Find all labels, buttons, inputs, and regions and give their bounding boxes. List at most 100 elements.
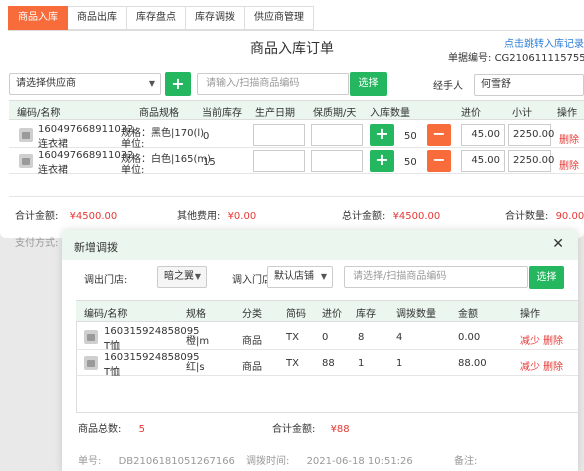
jump-to-records-link[interactable]: 点击跳转入库记录	[504, 35, 584, 50]
col-spec: 规格	[186, 309, 206, 320]
total-count: 商品总数: 5	[78, 420, 145, 435]
transfer-total-amount: 合计金额: ¥88	[272, 420, 350, 435]
price-input[interactable]: 45.00	[461, 124, 505, 146]
tab-inventory-check[interactable]: 库存盘点	[127, 6, 186, 30]
out-store-label: 调出门店:	[84, 275, 128, 286]
transfer-scan-input[interactable]: 请选择/扫描商品编码	[344, 266, 528, 288]
product-image-icon	[19, 128, 33, 142]
chevron-down-icon: ▼	[320, 272, 327, 281]
delete-row-link[interactable]: 删除	[543, 358, 563, 373]
page: 商品入库 商品出库 库存盘点 库存调拨 供应商管理 商品入库订单 点击跳转入库记…	[0, 0, 584, 471]
total-quantity: 合计数量: 90.00	[505, 207, 584, 222]
col-actions: 操作	[520, 309, 540, 320]
table-row: 160315924858095 T恤 红|s 商品 TX 88 1 1 88.0…	[76, 350, 578, 378]
product-short-code: TX	[286, 332, 299, 343]
close-icon[interactable]: ✕	[552, 236, 564, 252]
purchase-order-panel: 商品入库 商品出库 库存盘点 库存调拨 供应商管理 商品入库订单 点击跳转入库记…	[0, 0, 584, 249]
product-spec: 红|s	[186, 362, 205, 373]
current-stock: 0	[203, 131, 210, 142]
col-subtotal: 小计	[512, 108, 532, 119]
increase-qty-button[interactable]: +	[370, 124, 394, 146]
col-stock: 库存	[356, 309, 376, 320]
subtotal-field: 2250.00	[508, 150, 554, 172]
add-supplier-button[interactable]: +	[165, 72, 191, 96]
col-production-date: 生产日期	[255, 108, 295, 119]
in-store-value: 默认店铺	[274, 271, 314, 282]
transfer-time-value: 2021-06-18 10:51:26	[306, 456, 413, 467]
transfer-time: 调拨时间: 2021-06-18 10:51:26	[246, 452, 413, 467]
modal-header: 新增调拨 ✕	[62, 230, 578, 260]
col-code-name: 编码/名称	[84, 309, 128, 320]
in-store-select[interactable]: 默认店铺 ▼	[267, 266, 333, 288]
stock-in-qty[interactable]: 50	[404, 157, 417, 168]
product-name: T恤	[104, 367, 121, 378]
increase-qty-button[interactable]: +	[370, 150, 394, 172]
delete-row-link[interactable]: 删除	[559, 157, 579, 172]
delete-row-link[interactable]: 删除	[559, 131, 579, 146]
total-quantity-value: 90.00	[555, 211, 584, 222]
shelf-life-input[interactable]	[311, 124, 363, 146]
handler-select[interactable]: 何雪舒	[474, 74, 584, 96]
remark-label: 备注:	[454, 456, 478, 467]
product-name: 连衣裙	[38, 165, 68, 176]
transfer-select-button[interactable]: 选择	[529, 266, 564, 289]
table-row: 160497668911032 连衣裙 规格：白色|165(m) 单位: 15 …	[9, 148, 584, 176]
order-number-label: 单据编号:	[448, 53, 492, 64]
product-price: 88	[322, 358, 335, 369]
other-fees-label: 其他费用:	[177, 211, 221, 222]
transfer-qty[interactable]: 1	[396, 358, 402, 369]
product-stock: 1	[358, 358, 365, 369]
col-category: 分类	[242, 309, 262, 320]
supplier-select[interactable]: 请选择供应商 ▼	[9, 73, 161, 95]
product-price: 0	[322, 332, 329, 343]
decrease-qty-button[interactable]: −	[427, 150, 451, 172]
product-code: 160497668911032	[38, 150, 134, 161]
grand-total: 总计金额: ¥4500.00	[342, 207, 440, 222]
tab-supplier-management[interactable]: 供应商管理	[245, 6, 314, 30]
col-qty: 入库数量	[370, 108, 410, 119]
tab-stock-transfer[interactable]: 库存调拨	[186, 6, 245, 30]
product-scan-input[interactable]: 请输入/扫描商品编码	[197, 73, 349, 95]
col-amount: 金额	[458, 309, 478, 320]
product-stock: 8	[358, 332, 365, 343]
product-image-icon	[84, 330, 98, 344]
product-code: 160497668911032	[38, 124, 134, 135]
production-date-input[interactable]	[253, 124, 305, 146]
delete-row-link[interactable]: 删除	[543, 332, 563, 347]
col-short-code: 简码	[286, 309, 306, 320]
transfer-amount: 88.00	[458, 358, 487, 369]
transfer-table-header: 编码/名称 规格 分类 简码 进价 库存 调拨数量 金额 操作	[76, 300, 578, 322]
chevron-down-icon: ▼	[148, 79, 155, 88]
col-spec: 商品规格	[139, 108, 179, 119]
decrease-qty-button[interactable]: −	[427, 124, 451, 146]
product-image-icon	[19, 154, 33, 168]
col-actions: 操作	[557, 108, 577, 119]
tab-divider	[8, 30, 584, 31]
supplier-select-value: 请选择供应商	[16, 78, 76, 89]
col-shelf-life: 保质期/天	[313, 108, 357, 119]
col-stock: 当前库存	[202, 108, 242, 119]
payment-method-label: 支付方式:	[15, 238, 59, 249]
tab-stock-in[interactable]: 商品入库	[8, 6, 68, 30]
other-fees: 其他费用: ¥0.00	[177, 207, 256, 222]
table-row: 160315924858095 T恤 橙|m 商品 TX 0 8 4 0.00 …	[76, 324, 578, 352]
product-short-code: TX	[286, 358, 299, 369]
out-store-select[interactable]: 暗之翼 ▼	[157, 266, 207, 288]
decrease-link[interactable]: 减少	[520, 358, 540, 373]
select-product-button[interactable]: 选择	[350, 72, 387, 96]
decrease-link[interactable]: 减少	[520, 332, 540, 347]
shelf-life-input[interactable]	[311, 150, 363, 172]
production-date-input[interactable]	[253, 150, 305, 172]
transfer-qty[interactable]: 4	[396, 332, 402, 343]
out-store-value: 暗之翼	[164, 271, 194, 282]
transfer-total-value: ¥88	[330, 424, 350, 435]
product-category: 商品	[242, 336, 262, 347]
col-code-name: 编码/名称	[17, 108, 61, 119]
subtotal-field: 2250.00	[508, 124, 554, 146]
doc-number: 单号: DB2106181051267166	[78, 452, 235, 467]
tab-stock-out[interactable]: 商品出库	[68, 6, 127, 30]
stock-in-qty[interactable]: 50	[404, 131, 417, 142]
modal-title: 新增调拨	[74, 241, 118, 254]
total-count-label: 商品总数:	[78, 424, 122, 435]
price-input[interactable]: 45.00	[461, 150, 505, 172]
